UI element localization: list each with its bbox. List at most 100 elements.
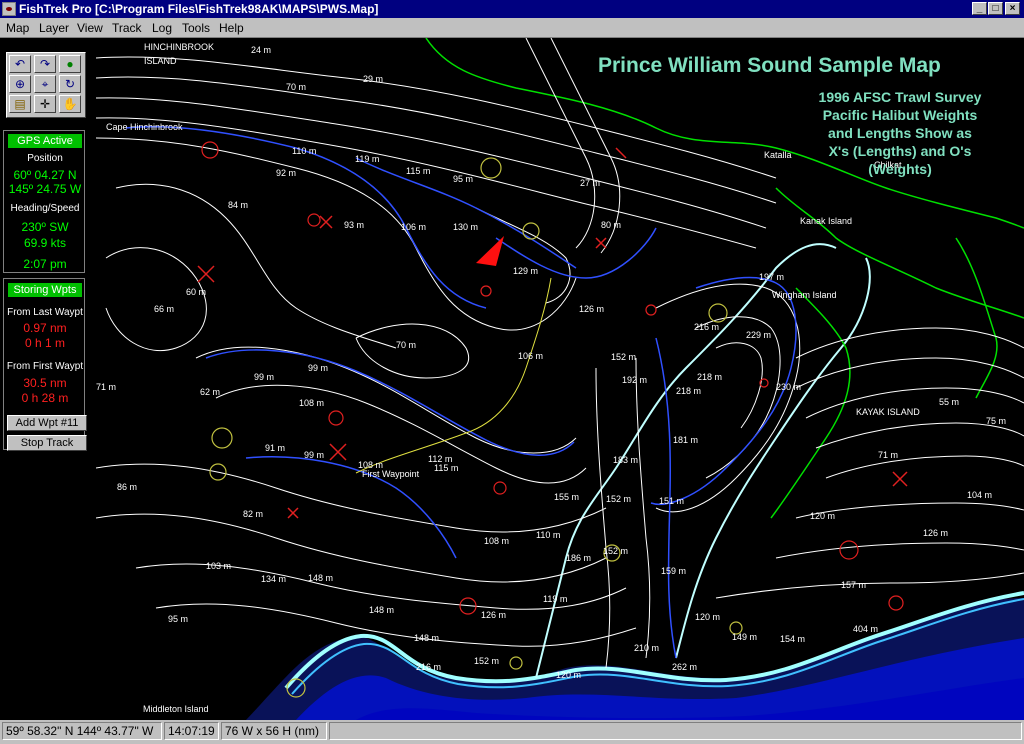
add-waypoint-button[interactable]: Add Wpt #11	[7, 415, 87, 431]
from-last-time: 0 h 1 m	[24, 336, 66, 350]
depth-label: 119 m	[543, 594, 567, 604]
pan-hand-icon[interactable]: ✋	[59, 95, 81, 113]
place-name-label: First Waypoint	[362, 469, 420, 479]
subtitle-line: and Lengths Show as	[828, 125, 972, 141]
depth-label: 24 m	[251, 45, 271, 55]
depth-label: 197 m	[759, 272, 784, 282]
storing-waypoints-button[interactable]: Storing Wpts	[8, 283, 82, 297]
depth-label: 80 m	[601, 220, 621, 230]
depth-label: 91 m	[265, 443, 285, 453]
depth-label: 155 m	[554, 492, 579, 502]
status-view-size: 76 W x 56 H (nm)	[221, 722, 327, 740]
depth-label: 103 m	[206, 561, 231, 571]
depth-label: 55 m	[939, 397, 959, 407]
chart-view[interactable]: 24 m 29 m 70 m 110 m 119 m 92 m 84 m 115…	[96, 38, 1024, 720]
depth-label: 99 m	[308, 363, 328, 373]
depth-label: 27 m	[580, 178, 600, 188]
title-bar: FishTrek Pro [C:\Program Files\FishTrek9…	[0, 0, 1024, 18]
menu-help[interactable]: Help	[219, 21, 244, 35]
place-name-label: KAYAK ISLAND	[856, 407, 920, 417]
minimize-button[interactable]: _	[972, 2, 987, 15]
menu-log[interactable]: Log	[152, 21, 172, 35]
depth-label: 216 m	[416, 662, 441, 672]
depth-label: 93 m	[344, 220, 364, 230]
menu-layer[interactable]: Layer	[39, 21, 69, 35]
status-blank	[329, 722, 1022, 740]
measure-icon[interactable]: ⌖	[34, 75, 56, 93]
app-icon[interactable]	[2, 2, 16, 16]
vessel-icon	[476, 236, 504, 266]
from-first-label: From First Waypt	[6, 361, 84, 372]
depth-label: 99 m	[304, 450, 324, 460]
stop-track-button[interactable]: Stop Track	[7, 435, 87, 451]
menu-tools[interactable]: Tools	[182, 21, 210, 35]
refresh-icon[interactable]: ↻	[59, 75, 81, 93]
depth-label: 186 m	[566, 553, 591, 563]
status-bar: 59º 58.32" N 144º 43.77" W 14:07:19 76 W…	[0, 720, 1024, 744]
menu-view[interactable]: View	[77, 21, 103, 35]
place-name-label: Kanak Island	[800, 216, 852, 226]
depth-label: 181 m	[673, 435, 698, 445]
depth-label: 70 m	[286, 82, 306, 92]
place-name-label: Wingham Island	[772, 290, 837, 300]
depth-label: 126 m	[481, 610, 506, 620]
menu-track[interactable]: Track	[112, 21, 142, 35]
waypoint-info-box: Storing Wpts From Last Waypt 0.97 nm 0 h…	[3, 278, 87, 451]
position-label: Position	[27, 153, 63, 164]
depth-label: 192 m	[622, 375, 647, 385]
depth-label: 152 m	[611, 352, 636, 362]
depth-label: 119 m	[355, 154, 379, 164]
depth-label: 110 m	[536, 530, 560, 540]
depth-label: 108 m	[299, 398, 324, 408]
undo-icon[interactable]: ↶	[9, 55, 31, 73]
depth-label: 151 m	[659, 496, 684, 506]
depth-label: 106 m	[518, 351, 543, 361]
depth-label: 218 m	[697, 372, 722, 382]
map-subtitle: 1996 AFSC Trawl Survey Pacific Halibut W…	[776, 88, 1024, 178]
speed-value: 69.9 kts	[23, 236, 67, 250]
heading-value: 230º SW	[21, 220, 69, 234]
depth-label: 99 m	[254, 372, 274, 382]
from-last-distance: 0.97 nm	[23, 321, 67, 335]
depth-label: 126 m	[923, 528, 948, 538]
menu-map[interactable]: Map	[6, 21, 29, 35]
depth-label: 106 m	[401, 222, 426, 232]
depth-label: 120 m	[810, 511, 835, 521]
depth-label: 152 m	[603, 546, 628, 556]
from-last-label: From Last Waypt	[7, 307, 83, 318]
ruler-icon[interactable]: ▤	[9, 95, 31, 113]
depth-label: 262 m	[672, 662, 697, 672]
gps-status-button[interactable]: GPS Active	[8, 134, 82, 148]
depth-label: 210 m	[634, 643, 659, 653]
close-button[interactable]: ×	[1005, 2, 1020, 15]
depth-label: 75 m	[986, 416, 1006, 426]
maximize-button[interactable]: □	[988, 2, 1003, 15]
depth-label: 126 m	[579, 304, 604, 314]
depth-label: 115 m	[434, 463, 458, 473]
depth-label: 229 m	[746, 330, 771, 340]
zoom-in-icon[interactable]: ⊕	[9, 75, 31, 93]
depth-label: 154 m	[780, 634, 805, 644]
crosshair-icon[interactable]: ✛	[34, 95, 56, 113]
redo-icon[interactable]: ↷	[34, 55, 56, 73]
from-first-time: 0 h 28 m	[21, 391, 69, 405]
subtitle-line: 1996 AFSC Trawl Survey	[818, 89, 982, 105]
depth-label: 108 m	[484, 536, 509, 546]
latitude-value: 60º 04.27 N	[13, 168, 77, 182]
depth-label: 104 m	[967, 490, 992, 500]
longitude-value: 145º 24.75 W	[8, 182, 82, 196]
place-name-label: Middleton Island	[143, 704, 209, 714]
depth-label: 130 m	[453, 222, 478, 232]
place-name-label: ISLAND	[144, 56, 177, 66]
depth-label: 70 m	[396, 340, 416, 350]
time-value: 2:07 pm	[23, 257, 67, 271]
window-title: FishTrek Pro [C:\Program Files\FishTrek9…	[19, 2, 379, 16]
place-name-label: HINCHINBROOK	[144, 42, 214, 52]
globe-icon[interactable]: ●	[59, 55, 81, 73]
depth-label: 159 m	[661, 566, 686, 576]
subtitle-line: X's (Lengths) and O's	[828, 143, 972, 159]
subtitle-line: (Weights)	[868, 161, 932, 177]
depth-label: 152 m	[474, 656, 499, 666]
tool-palette: ↶ ↷ ● ⊕ ⌖ ↻ ▤ ✛ ✋	[6, 52, 86, 118]
gps-info-box: GPS Active Position 60º 04.27 N 145º 24.…	[3, 130, 85, 273]
